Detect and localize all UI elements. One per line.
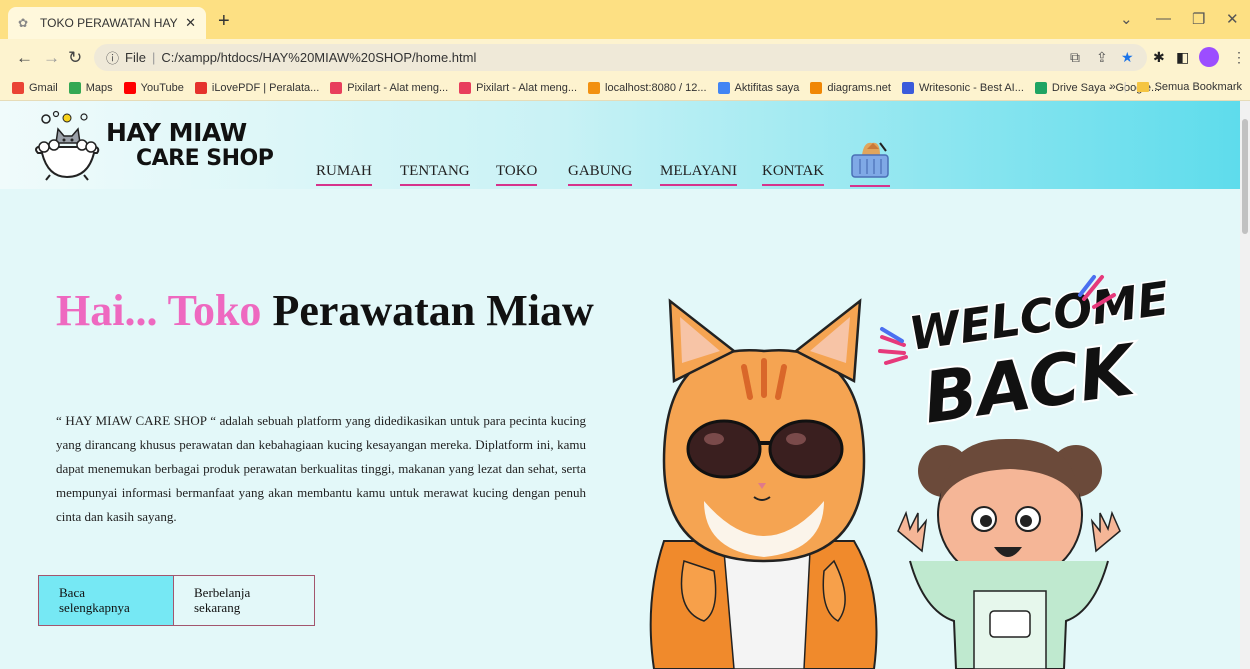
diagrams-icon xyxy=(810,82,823,94)
bookmark-label: Pixilart - Alat meng... xyxy=(347,82,449,94)
cat-bathtub-logo-icon[interactable] xyxy=(34,109,100,181)
bookmark-localhost[interactable]: localhost:8080 / 12... xyxy=(588,82,707,94)
bookmark-maps[interactable]: Maps xyxy=(68,82,113,94)
bookmark-ilovepdf[interactable]: iLovePDF | Peralata... xyxy=(194,82,320,94)
maps-icon xyxy=(68,82,81,94)
phpmyadmin-icon xyxy=(588,82,601,94)
bookmark-label: Pixilart - Alat meng... xyxy=(476,82,578,94)
bookmark-writesonic[interactable]: Writesonic - Best AI... xyxy=(901,82,1024,94)
reload-icon[interactable]: ↻ xyxy=(68,48,82,68)
ilovepdf-icon xyxy=(194,82,207,94)
bookmark-gmail[interactable]: Gmail xyxy=(12,82,58,94)
welcome-back-illustration: WELCOME BACK xyxy=(649,271,1174,669)
bookmark-label: Maps xyxy=(85,82,113,94)
back-icon[interactable]: ← xyxy=(16,48,33,68)
shop-now-label-line1: Berbelanja xyxy=(194,585,251,600)
welcome-back-lettering-icon: WELCOME BACK xyxy=(878,271,1174,442)
bookmark-label: Gmail xyxy=(29,82,58,94)
nav-kontak[interactable]: KONTAK xyxy=(762,163,825,186)
folder-icon xyxy=(1136,82,1149,92)
browser-tab[interactable]: ✿ TOKO PERAWATAN HAY MIAW.c ✕ xyxy=(8,7,206,39)
bookmark-label: Writesonic - Best AI... xyxy=(918,82,1024,94)
pixilart-icon xyxy=(459,82,472,94)
bookmark-youtube[interactable]: YouTube xyxy=(123,82,184,94)
shop-now-label-line2: sekarang xyxy=(194,600,241,615)
browser-tab-strip: ✿ TOKO PERAWATAN HAY MIAW.c ✕ + ⌄ — ❐ ✕ xyxy=(0,0,1250,39)
address-bar[interactable]: ⓘ File | C:/xampp/htdocs/HAY%20MIAW%20SH… xyxy=(94,44,1147,71)
youtube-icon xyxy=(123,82,136,94)
gmail-icon xyxy=(12,82,24,94)
bookmarks-divider: | xyxy=(1123,81,1127,93)
url-text: C:/xampp/htdocs/HAY%20MIAW%20SHOP/home.h… xyxy=(161,50,477,65)
site-header: HAY MIAW CARE SHOP RUMAH TENTANG TOKO GA… xyxy=(0,101,1240,189)
nav-tentang[interactable]: TENTANG xyxy=(400,163,470,186)
profile-avatar[interactable] xyxy=(1199,47,1219,67)
bookmark-aktifitas[interactable]: Aktifitas saya xyxy=(717,82,800,94)
translate-icon[interactable]: ⧉ xyxy=(1070,49,1080,66)
tab-favicon-icon: ✿ xyxy=(18,16,29,30)
bookmark-diagrams[interactable]: diagrams.net xyxy=(810,82,891,94)
writesonic-icon xyxy=(901,82,914,94)
bookmarks-bar: Gmail Maps YouTube iLovePDF | Peralata..… xyxy=(0,76,1250,101)
bookmark-label: iLovePDF | Peralata... xyxy=(211,82,320,94)
waving-girl-icon xyxy=(897,438,1121,669)
minimize-icon[interactable]: — xyxy=(1156,10,1171,27)
read-more-button[interactable]: Baca selengkapnya xyxy=(38,575,174,626)
site-info-icon[interactable]: ⓘ xyxy=(106,48,119,67)
nav-toko[interactable]: TOKO xyxy=(496,163,538,186)
side-panel-icon[interactable]: ◧ xyxy=(1176,49,1189,66)
restore-icon[interactable]: ❐ xyxy=(1192,10,1205,28)
menu-dots-icon[interactable]: ⋮ xyxy=(1232,49,1246,66)
share-icon[interactable]: ⇪ xyxy=(1096,49,1108,66)
bookmark-pixilart-1[interactable]: Pixilart - Alat meng... xyxy=(330,82,448,94)
shop-now-button[interactable]: Berbelanja sekarang xyxy=(173,575,315,626)
bookmark-star-icon[interactable]: ★ xyxy=(1121,49,1134,66)
url-scheme: File xyxy=(125,50,146,65)
close-window-icon[interactable]: ✕ xyxy=(1226,10,1239,28)
shopping-basket-icon[interactable] xyxy=(850,137,890,187)
bookmark-label: Aktifitas saya xyxy=(734,82,800,94)
bookmarks-overflow-area: » | Semua Bookmark xyxy=(1110,81,1242,93)
google-drive-icon xyxy=(1034,82,1047,94)
new-tab-icon[interactable]: + xyxy=(218,10,230,33)
google-activity-icon xyxy=(717,82,730,94)
url-separator: | xyxy=(151,50,156,65)
logo-text-line1[interactable]: HAY MIAW xyxy=(106,118,247,147)
tab-close-icon[interactable]: ✕ xyxy=(185,15,196,31)
cool-cat-sunglasses-icon xyxy=(649,298,878,669)
address-toolbar: ← → ↻ ⓘ File | C:/xampp/htdocs/HAY%20MIA… xyxy=(0,39,1250,76)
nav-rumah[interactable]: RUMAH xyxy=(316,163,372,186)
logo-text-line2[interactable]: CARE SHOP xyxy=(136,146,274,171)
read-more-label-line2: selengkapnya xyxy=(59,600,130,615)
pixilart-icon xyxy=(330,82,343,94)
hero-description: “ HAY MIAW CARE SHOP “ adalah sebuah pla… xyxy=(56,413,586,524)
hero-title: Hai... Toko Perawatan Miaw xyxy=(56,285,594,336)
bookmark-label: YouTube xyxy=(140,82,184,94)
forward-icon[interactable]: → xyxy=(43,48,60,68)
page-viewport: HAY MIAW CARE SHOP RUMAH TENTANG TOKO GA… xyxy=(0,101,1250,669)
scrollbar-thumb[interactable] xyxy=(1242,119,1248,234)
bookmarks-overflow-button[interactable]: » xyxy=(1110,81,1116,93)
bookmark-label: localhost:8080 / 12... xyxy=(605,82,707,94)
read-more-label-line1: Baca xyxy=(59,585,85,600)
nav-gabung[interactable]: GABUNG xyxy=(568,163,633,186)
tab-title: TOKO PERAWATAN HAY MIAW.c xyxy=(40,16,179,30)
bookmark-pixilart-2[interactable]: Pixilart - Alat meng... xyxy=(459,82,577,94)
hero-title-highlight: Hai... Toko xyxy=(56,286,262,335)
tab-search-icon[interactable]: ⌄ xyxy=(1120,10,1133,28)
bookmark-label: diagrams.net xyxy=(827,82,891,94)
nav-melayani[interactable]: MELAYANI xyxy=(660,163,737,186)
extensions-icon[interactable]: ✱ xyxy=(1153,49,1165,66)
hero-title-main: Perawatan Miaw xyxy=(272,286,594,335)
all-bookmarks-button[interactable]: Semua Bookmark xyxy=(1155,81,1242,93)
page-scrollbar[interactable] xyxy=(1240,101,1250,669)
